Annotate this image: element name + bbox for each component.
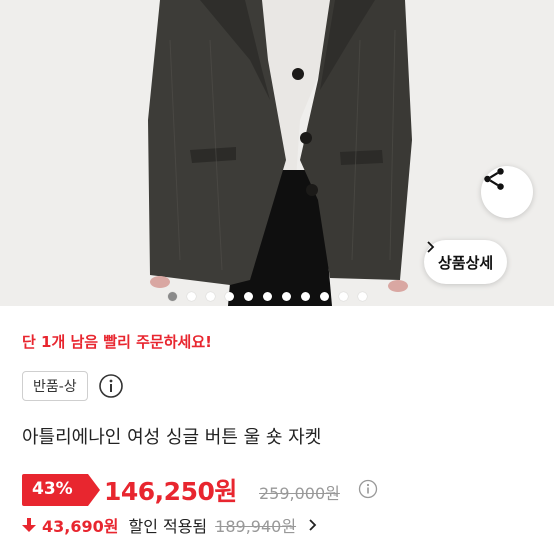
share-button[interactable] xyxy=(481,166,533,218)
share-icon xyxy=(484,168,504,190)
arrow-down-icon xyxy=(22,518,36,532)
carousel-dot[interactable] xyxy=(339,291,348,301)
discount-tag: 43% xyxy=(22,474,100,506)
return-badge-label: 반품-상 xyxy=(33,379,77,395)
info-icon[interactable] xyxy=(98,373,124,399)
carousel-dot[interactable] xyxy=(168,291,177,301)
price-info-icon[interactable] xyxy=(358,479,378,499)
coupon-applied-text: 할인 적용됨 xyxy=(128,517,208,536)
carousel-dot[interactable] xyxy=(358,291,367,301)
product-detail-button[interactable]: 상품상세 xyxy=(424,240,508,284)
return-badge: 반품-상 xyxy=(22,371,88,401)
chevron-right-icon xyxy=(309,519,317,531)
chevron-right-icon xyxy=(427,241,435,253)
coupon-discount-row[interactable]: 43,690원 할인 적용됨 189,940원 xyxy=(22,513,320,537)
carousel-dot[interactable] xyxy=(301,291,310,301)
product-image-carousel[interactable]: 상품상세 xyxy=(0,0,554,306)
carousel-dot[interactable] xyxy=(320,291,329,301)
carousel-indicator xyxy=(168,290,367,302)
discount-rate: 43% xyxy=(32,479,73,499)
original-price: 259,000원 xyxy=(259,484,340,503)
coupon-discount-amount: 43,690원 xyxy=(42,517,119,536)
coupon-reference-price: 189,940원 xyxy=(215,517,297,536)
stock-alert: 단 1개 남음 빨리 주문하세요! xyxy=(22,333,212,351)
product-name: 아틀리에나인 여성 싱글 버튼 울 숏 자켓 xyxy=(22,427,322,448)
carousel-dot[interactable] xyxy=(263,291,272,301)
product-detail-label: 상품상세 xyxy=(438,253,494,272)
carousel-dot[interactable] xyxy=(282,291,291,301)
carousel-dot[interactable] xyxy=(187,291,196,301)
sale-price: 146,250원 xyxy=(104,477,237,506)
carousel-dot[interactable] xyxy=(225,291,234,301)
carousel-dot[interactable] xyxy=(206,291,215,301)
carousel-dot[interactable] xyxy=(244,291,253,301)
